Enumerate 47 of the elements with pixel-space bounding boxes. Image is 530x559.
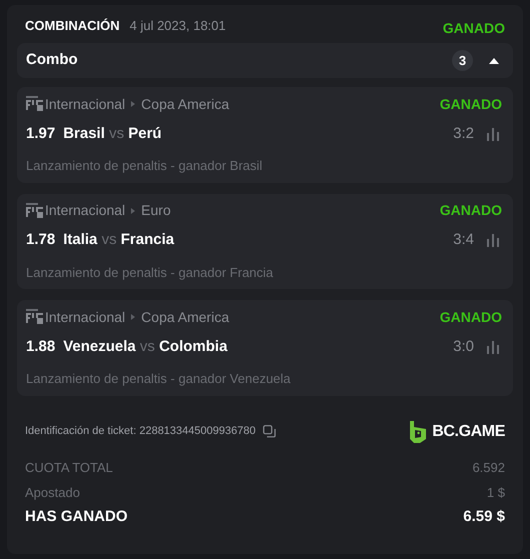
league-text: Copa America	[141, 94, 230, 114]
match-text: Italia vs Francia	[63, 230, 174, 250]
odds-text: 1.97	[26, 124, 56, 144]
category-text: Internacional	[45, 201, 126, 220]
summary-value: 6.59 $	[463, 507, 505, 528]
market-text: Lanzamiento de penaltis - ganador Brasil	[26, 157, 264, 175]
category-text: Internacional	[45, 94, 126, 114]
stats-icon[interactable]	[486, 234, 500, 247]
summary-value: 6.592	[472, 458, 505, 477]
status-text: GANADO	[440, 201, 502, 220]
stats-icon[interactable]	[486, 340, 500, 354]
logo-icon	[26, 96, 44, 112]
date-text: 4 jul 2023, 18:01	[130, 17, 226, 36]
score-text: 3:4	[453, 230, 474, 250]
match-text: Venezuela vs Colombia	[63, 336, 228, 357]
chevron-icon	[131, 314, 136, 320]
count-badge: 3	[452, 50, 473, 71]
status-text: GANADO	[442, 18, 505, 38]
score-text: 3:2	[453, 124, 474, 144]
summary-label: HAS GANADO	[25, 507, 128, 528]
summary-label: Apostado	[25, 484, 80, 502]
summary-value: 1 $	[486, 484, 505, 502]
market-text: Lanzamiento de penaltis - ganador Venezuela	[26, 370, 292, 388]
odds-text: 1.78	[26, 230, 56, 250]
bet-type-text: COMBINACIÓN	[25, 17, 120, 36]
stats-icon[interactable]	[486, 128, 500, 140]
chevron-icon	[131, 208, 136, 214]
league-text: Euro	[141, 201, 171, 220]
market-text: Lanzamiento de penaltis - ganador Francia	[26, 264, 274, 282]
match-text: Brasil vs Perú	[63, 124, 162, 144]
ticket-id-text: Identificación de ticket: 2288133445009936780	[25, 424, 256, 440]
odds-text: 1.88	[26, 336, 56, 357]
summary-label: CUOTA TOTAL	[25, 458, 113, 477]
category-text: Internacional	[45, 308, 126, 326]
brand-text: BC.GAME	[432, 422, 505, 442]
score-text: 3:0	[453, 336, 474, 357]
combo-label: Combo	[26, 50, 78, 70]
logo-icon	[26, 309, 44, 325]
copy-icon[interactable]	[262, 425, 276, 438]
league-text: Copa America	[141, 308, 230, 327]
caret-icon[interactable]	[489, 58, 499, 64]
logo-icon	[26, 202, 44, 218]
brand-logo-icon	[410, 420, 426, 442]
status-text: GANADO	[440, 94, 502, 114]
status-text: GANADO	[440, 308, 502, 326]
combo-header[interactable]: Combo 3	[17, 43, 513, 78]
chevron-icon	[131, 101, 136, 107]
